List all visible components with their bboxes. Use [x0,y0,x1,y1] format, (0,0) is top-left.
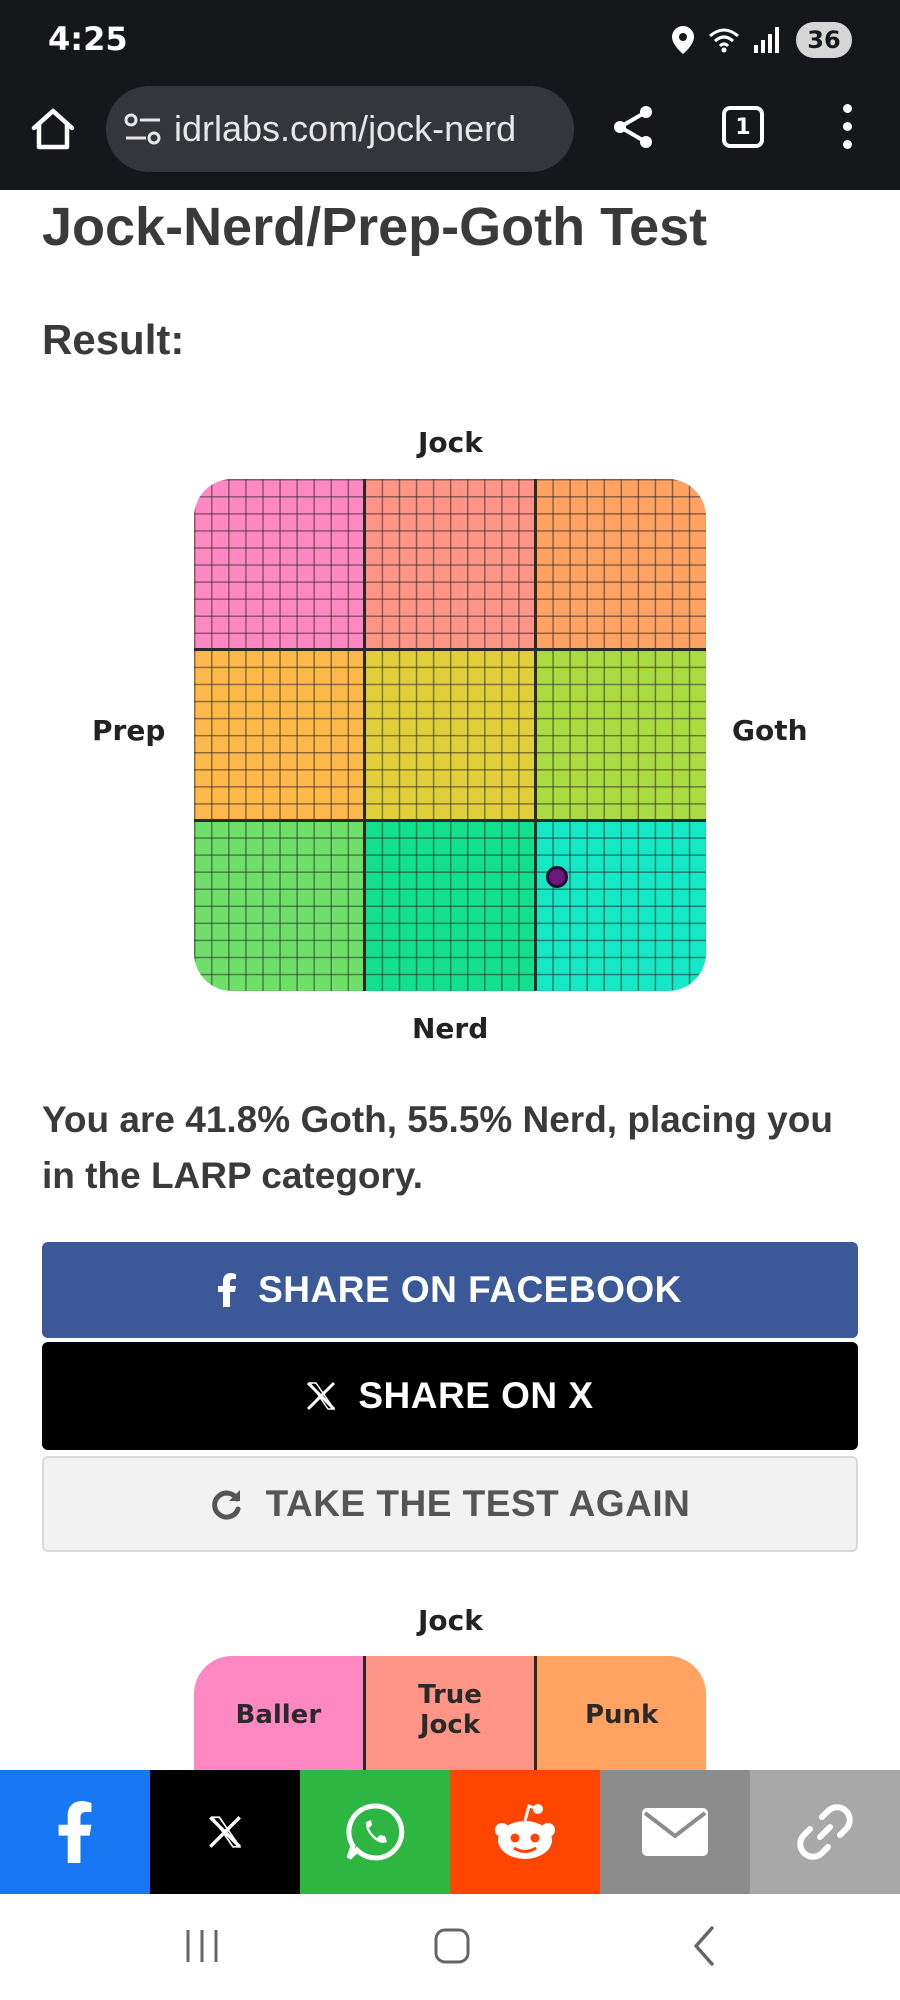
axis-label-left: Prep [92,714,166,747]
home-icon[interactable] [28,104,78,154]
back-icon[interactable] [690,1924,720,1968]
system-navigation-bar [0,1894,900,2000]
category-cell: Punk [534,1656,706,1776]
status-bar: 4:25 36 [0,0,900,80]
axis-label-bottom: Nerd [412,1012,489,1045]
x-button-label: SHARE ON X [358,1375,594,1416]
facebook-icon [58,1801,92,1863]
share-icon[interactable] [608,102,658,152]
copy-link-button[interactable] [750,1770,900,1894]
category-label: Punk [584,1700,659,1730]
major-vline [363,479,366,991]
share-whatsapp-button[interactable] [300,1770,450,1894]
status-time: 4:25 [48,20,128,58]
result-heading: Result: [42,316,185,363]
more-options-icon[interactable] [836,104,858,154]
result-chart [194,479,706,991]
wifi-icon [709,28,739,53]
retake-button-label: TAKE THE TEST AGAIN [265,1483,691,1524]
category-cell: Baller [194,1656,363,1776]
location-icon [672,26,694,54]
major-hline [194,648,706,651]
axis-label-right: Goth [732,714,808,747]
url-text[interactable]: idrlabs.com/jock-nerd [174,108,564,150]
result-dot [546,866,568,889]
battery-indicator: 36 [796,22,852,58]
status-icons: 36 [672,20,852,60]
take-test-again-button[interactable]: TAKE THE TEST AGAIN [42,1456,858,1552]
result-description: You are 41.8% Goth, 55.5% Nerd, placing … [42,1099,833,1196]
email-icon [642,1808,708,1856]
x-icon [307,1381,336,1411]
signal-icon [754,27,779,53]
recent-apps-icon[interactable] [182,1924,222,1968]
reddit-icon [495,1804,555,1859]
facebook-button-label: SHARE ON FACEBOOK [258,1269,682,1310]
share-reddit-button[interactable] [450,1770,600,1894]
chart-major-gridlines [194,479,706,991]
major-vline [534,479,537,991]
tab-switcher-button[interactable]: 1 [722,106,764,148]
address-bar[interactable]: idrlabs.com/jock-nerd [106,86,574,172]
share-email-button[interactable] [600,1770,750,1894]
category-chart: Baller True Jock Punk [194,1656,706,1776]
browser-toolbar: idrlabs.com/jock-nerd 1 [0,80,900,190]
whatsapp-icon [346,1803,405,1861]
share-on-facebook-button[interactable]: SHARE ON FACEBOOK [42,1242,858,1338]
category-label: Baller [235,1700,322,1730]
axis-label-top: Jock [418,426,483,459]
category-cell: True Jock [362,1656,535,1776]
category-label: True Jock [418,1680,482,1740]
chart2-axis-label-top: Jock [418,1604,483,1637]
site-settings-icon[interactable] [124,111,162,147]
major-hline [194,819,706,822]
x-icon [209,1816,242,1848]
home-nav-icon[interactable] [432,1924,472,1968]
facebook-icon [218,1273,237,1307]
page-title: Jock-Nerd/Prep-Goth Test [42,197,708,257]
share-on-x-button[interactable]: SHARE ON X [42,1342,858,1450]
share-bar [0,1770,900,1894]
refresh-icon [211,1490,241,1520]
link-icon [797,1804,853,1860]
share-x-button[interactable] [150,1770,300,1894]
share-facebook-button[interactable] [0,1770,150,1894]
